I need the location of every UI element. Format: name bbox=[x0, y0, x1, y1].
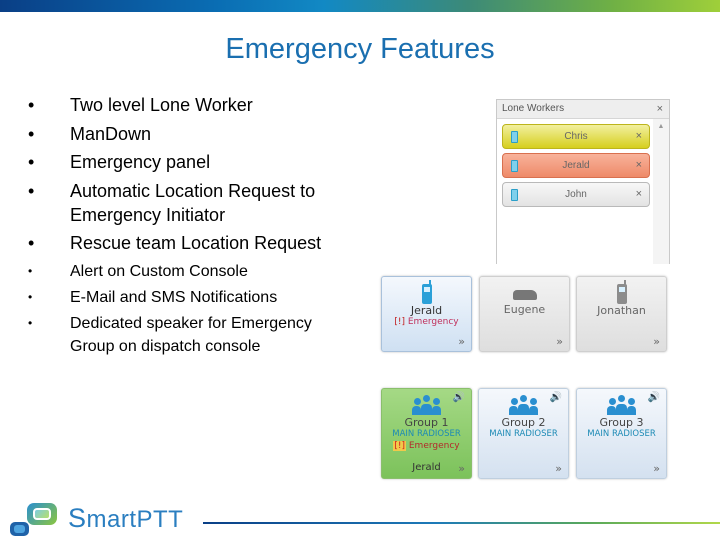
more-icon[interactable]: » bbox=[556, 335, 563, 348]
bullet-icon: • bbox=[28, 152, 35, 172]
bullet-icon: • bbox=[28, 95, 35, 115]
group-icon bbox=[508, 395, 540, 415]
emergency-status: [!] Emergency bbox=[394, 317, 459, 327]
phone-icon bbox=[421, 280, 432, 304]
secondary-feature-list: • Alert on Custom Console • E-Mail and SMS… bbox=[28, 260, 360, 361]
list-item: • Rescue team Location Request bbox=[28, 233, 322, 253]
bullet-icon: • bbox=[28, 123, 35, 144]
lone-workers-panel: Lone Workers × ▲ Chris × Jerald × John × bbox=[496, 99, 670, 264]
remove-icon[interactable]: × bbox=[636, 183, 642, 206]
scrollbar[interactable]: ▲ bbox=[653, 119, 669, 264]
car-icon bbox=[512, 290, 537, 300]
lone-worker-item-jerald[interactable]: Jerald × bbox=[502, 153, 650, 178]
more-icon[interactable]: » bbox=[653, 335, 660, 348]
lone-worker-item-chris[interactable]: Chris × bbox=[502, 124, 650, 149]
speaker-icon[interactable]: 🔊 bbox=[453, 392, 465, 403]
more-icon[interactable]: » bbox=[555, 462, 562, 475]
speaker-icon[interactable]: 🔊 bbox=[648, 392, 660, 403]
list-item: • ManDown bbox=[28, 123, 152, 144]
speaker-icon[interactable]: 🔊 bbox=[550, 392, 562, 403]
lone-workers-title: Lone Workers bbox=[502, 103, 565, 114]
lone-workers-header: Lone Workers × bbox=[497, 100, 669, 119]
subscriber-tile-jerald[interactable]: Jerald [!] Emergency » bbox=[381, 276, 472, 352]
lone-worker-item-john[interactable]: John × bbox=[502, 182, 650, 207]
list-item: • Two level Lone Worker bbox=[28, 95, 253, 115]
list-item: • Alert on Custom Console bbox=[28, 260, 360, 283]
group-icon bbox=[411, 395, 443, 415]
close-icon[interactable]: × bbox=[657, 100, 663, 118]
alert-icon: [!] bbox=[393, 441, 406, 451]
subscriber-tile-eugene[interactable]: Eugene » bbox=[479, 276, 570, 352]
phone-icon bbox=[511, 189, 518, 201]
bullet-icon: • bbox=[28, 290, 33, 304]
group-icon bbox=[606, 395, 638, 415]
list-item: • Automatic Location Request to Emergency… bbox=[28, 180, 316, 225]
bullet-icon: • bbox=[28, 180, 35, 201]
group-tile-3[interactable]: 🔊 Group 3 MAIN RADIOSER » bbox=[576, 388, 667, 479]
more-icon[interactable]: » bbox=[458, 462, 465, 475]
more-icon[interactable]: » bbox=[458, 335, 465, 348]
more-icon[interactable]: » bbox=[653, 462, 660, 475]
primary-feature-list: • Two level Lone Worker • ManDown • Emergen… bbox=[28, 93, 360, 260]
bullet-icon: • bbox=[28, 264, 33, 278]
remove-icon[interactable]: × bbox=[636, 154, 642, 177]
scroll-up-icon[interactable]: ▲ bbox=[653, 123, 669, 130]
list-item: • Dedicated speaker for Emergency Group o… bbox=[28, 312, 360, 358]
list-item: • E-Mail and SMS Notifications bbox=[28, 286, 360, 309]
brand-name: SmartPTT bbox=[68, 503, 184, 533]
phone-icon bbox=[616, 280, 627, 304]
group-tile-1[interactable]: 🔊 Group 1 MAIN RADIOSER [!] Emergency Je… bbox=[381, 388, 472, 479]
bullet-icon: • bbox=[28, 316, 33, 330]
emergency-status: [!] Emergency bbox=[393, 441, 460, 451]
subscriber-tile-jonathan[interactable]: Jonathan » bbox=[576, 276, 667, 352]
slide-title: Emergency Features bbox=[225, 33, 495, 65]
bullet-icon: • bbox=[28, 233, 35, 253]
smartptt-logo-icon bbox=[10, 503, 66, 537]
group-tile-2[interactable]: 🔊 Group 2 MAIN RADIOSER » bbox=[478, 388, 569, 479]
footer-gradient-line bbox=[203, 522, 720, 524]
top-gradient-bar bbox=[0, 0, 720, 12]
phone-icon bbox=[511, 131, 518, 143]
list-item: • Emergency panel bbox=[28, 152, 211, 172]
remove-icon[interactable]: × bbox=[636, 125, 642, 148]
alert-icon: [!] bbox=[394, 317, 405, 327]
phone-icon bbox=[511, 160, 518, 172]
